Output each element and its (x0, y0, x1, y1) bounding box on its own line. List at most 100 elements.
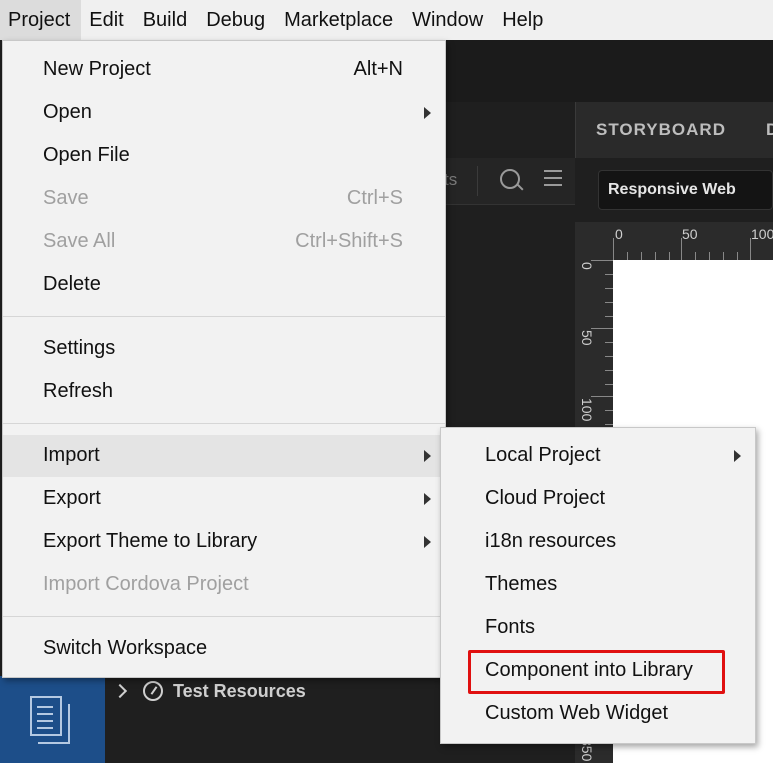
menu-item-settings[interactable]: Settings (3, 328, 445, 370)
menu-item-label: Save (43, 187, 89, 209)
ruler-left-label-50: 50 (579, 330, 595, 346)
menu-item-label: Settings (43, 337, 116, 359)
menu-item-label: Cloud Project (485, 487, 606, 509)
menu-edit[interactable]: Edit (81, 0, 134, 40)
ruler-top-tick (627, 252, 628, 260)
sidebar-active-item[interactable] (0, 676, 105, 763)
ruler-top: 0 50 100 (575, 222, 773, 261)
ruler-top-tick (695, 252, 696, 260)
ruler-top-tick (641, 252, 642, 260)
ruler-left-tick (605, 302, 613, 303)
ruler-left-tick (591, 328, 613, 329)
submenu-arrow-icon (424, 450, 431, 462)
menu-item-label: Fonts (485, 616, 536, 638)
menubar: Project Edit Build Debug Marketplace Win… (0, 0, 773, 41)
menu-item-label: Save All (43, 230, 116, 252)
submenu-item-local-project[interactable]: Local Project (441, 435, 755, 477)
menu-item-shortcut: Ctrl+Shift+S (295, 230, 403, 252)
chevron-right-icon[interactable] (112, 683, 128, 699)
submenu-arrow-icon (424, 536, 431, 548)
submenu-item-fonts[interactable]: Fonts (441, 607, 755, 649)
ruler-top-tick (750, 238, 751, 260)
search-icon[interactable] (500, 169, 520, 189)
menu-item-label: Export Theme to Library (43, 530, 258, 552)
menu-debug[interactable]: Debug (198, 0, 276, 40)
import-submenu: Local Project Cloud Project i18n resourc… (440, 427, 756, 744)
ruler-left-tick (605, 384, 613, 385)
panel-header: ts (444, 158, 575, 205)
ruler-left-tick (605, 370, 613, 371)
ruler-top-tick (737, 252, 738, 260)
menu-item-label: Switch Workspace (43, 637, 208, 659)
tree-item-label: Test Resources (173, 680, 306, 701)
menu-build[interactable]: Build (135, 0, 198, 40)
menu-separator (3, 316, 445, 317)
ruler-top-tick (655, 252, 656, 260)
hamburger-menu-icon[interactable] (544, 170, 562, 186)
menu-item-open-file[interactable]: Open File (3, 135, 445, 177)
submenu-item-i18n-resources[interactable]: i18n resources (441, 521, 755, 563)
highlight-annotation-box (468, 650, 725, 694)
menu-item-label: Delete (43, 273, 101, 295)
submenu-item-cloud-project[interactable]: Cloud Project (441, 478, 755, 520)
menu-item-import-cordova: Import Cordova Project (3, 564, 445, 606)
toolbar-strip (444, 40, 773, 102)
tab-storyboard[interactable]: STORYBOARD (575, 102, 747, 158)
menu-item-label: Themes (485, 573, 558, 595)
menu-marketplace[interactable]: Marketplace (276, 0, 404, 40)
ruler-top-tick (723, 252, 724, 260)
ruler-left-tick (605, 342, 613, 343)
menu-separator (3, 423, 445, 424)
menu-item-shortcut: Ctrl+S (346, 187, 403, 209)
ruler-left-tick (605, 316, 613, 317)
menu-item-label: i18n resources (485, 530, 617, 552)
menu-item-label: Open (43, 101, 92, 123)
menu-item-label: Import Cordova Project (43, 573, 249, 595)
menu-item-refresh[interactable]: Refresh (3, 371, 445, 413)
submenu-arrow-icon (424, 107, 431, 119)
ruler-left-tick (591, 260, 613, 261)
gauge-icon (143, 681, 163, 701)
ruler-left-tick (605, 424, 613, 425)
menu-item-export[interactable]: Export (3, 478, 445, 520)
menu-help[interactable]: Help (494, 0, 554, 40)
tab-next[interactable]: D (746, 102, 773, 158)
submenu-item-custom-web-widget[interactable]: Custom Web Widget (441, 693, 755, 735)
menu-item-label: Open File (43, 144, 130, 166)
menu-item-new-project[interactable]: New Project Alt+N (3, 49, 445, 91)
menu-item-import[interactable]: Import (3, 435, 445, 477)
menu-item-label: Refresh (43, 380, 114, 402)
ruler-left-tick (605, 410, 613, 411)
ruler-top-tick (709, 252, 710, 260)
menu-item-open[interactable]: Open (3, 92, 445, 134)
menu-item-export-theme[interactable]: Export Theme to Library (3, 521, 445, 563)
submenu-item-themes[interactable]: Themes (441, 564, 755, 606)
ruler-left-tick (605, 274, 613, 275)
menu-item-label: Export (43, 487, 101, 509)
menu-item-label: Local Project (485, 444, 601, 466)
menu-separator (3, 616, 445, 617)
ruler-top-tick (669, 252, 670, 260)
ruler-left-label-0: 0 (579, 262, 595, 270)
menu-item-save-all: Save All Ctrl+Shift+S (3, 221, 445, 263)
ruler-top-tick (613, 238, 614, 260)
document-icon (30, 696, 62, 736)
ruler-top-tick (681, 238, 682, 260)
ruler-left-label-100: 100 (579, 398, 595, 422)
menu-project[interactable]: Project (0, 0, 82, 40)
submenu-arrow-icon (424, 493, 431, 505)
ruler-top-label-50: 50 (682, 226, 698, 242)
menu-window[interactable]: Window (404, 0, 494, 40)
panel-divider (477, 166, 478, 196)
menu-item-label: New Project (43, 58, 151, 80)
menu-item-delete[interactable]: Delete (3, 264, 445, 306)
ruler-left-tick (605, 356, 613, 357)
ruler-top-label-0: 0 (615, 226, 623, 242)
menu-item-shortcut: Alt+N (353, 58, 403, 80)
ruler-left-tick (591, 396, 613, 397)
submenu-arrow-icon (734, 450, 741, 462)
project-menu: New Project Alt+N Open Open File Save Ct… (2, 40, 446, 678)
menu-item-switch-workspace[interactable]: Switch Workspace (3, 628, 445, 670)
ruler-top-label-100: 100 (751, 226, 773, 242)
responsive-web-select[interactable]: Responsive Web (598, 170, 773, 210)
